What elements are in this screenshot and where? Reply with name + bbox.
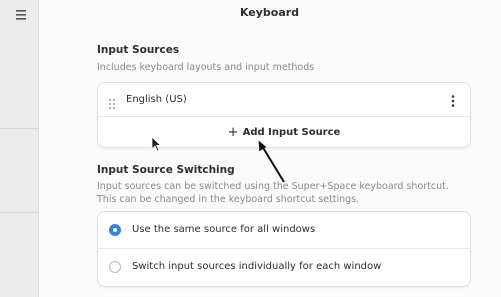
hamburger-menu-icon[interactable] (14, 8, 28, 22)
plus-icon: + (227, 125, 239, 140)
input-source-row[interactable]: English (US) (98, 83, 470, 116)
add-input-source-label: Add Input Source (242, 127, 341, 138)
switching-heading: Input Source Switching (97, 164, 235, 176)
input-sources-heading: Input Sources (97, 44, 180, 56)
radio-same-source[interactable] (109, 224, 121, 236)
input-sources-card: English (US) + Add Input Source (97, 82, 471, 148)
radio-per-window[interactable] (109, 261, 121, 273)
page-title: Keyboard (239, 6, 300, 19)
input-sources-description: Includes keyboard layouts and input meth… (97, 62, 315, 73)
add-input-source-button[interactable]: + Add Input Source (98, 125, 470, 140)
sidebar (0, 0, 39, 297)
switching-description-line1: Input sources can be switched using the … (97, 181, 449, 192)
switching-description-line2: This can be changed in the keyboard shor… (97, 194, 360, 205)
option-per-window-label: Switch input sources individually for ea… (132, 261, 382, 272)
drag-handle-icon[interactable] (108, 95, 116, 109)
sidebar-divider (0, 212, 38, 213)
option-per-window[interactable]: Switch input sources individually for ea… (98, 249, 470, 286)
option-same-source[interactable]: Use the same source for all windows (98, 212, 470, 248)
option-same-source-label: Use the same source for all windows (132, 224, 316, 235)
switching-card: Use the same source for all windows Swit… (97, 211, 471, 287)
input-source-label: English (US) (126, 94, 187, 105)
kebab-menu-icon[interactable] (450, 93, 456, 107)
add-input-source-row[interactable]: + Add Input Source (98, 117, 470, 147)
sidebar-divider (0, 128, 38, 129)
